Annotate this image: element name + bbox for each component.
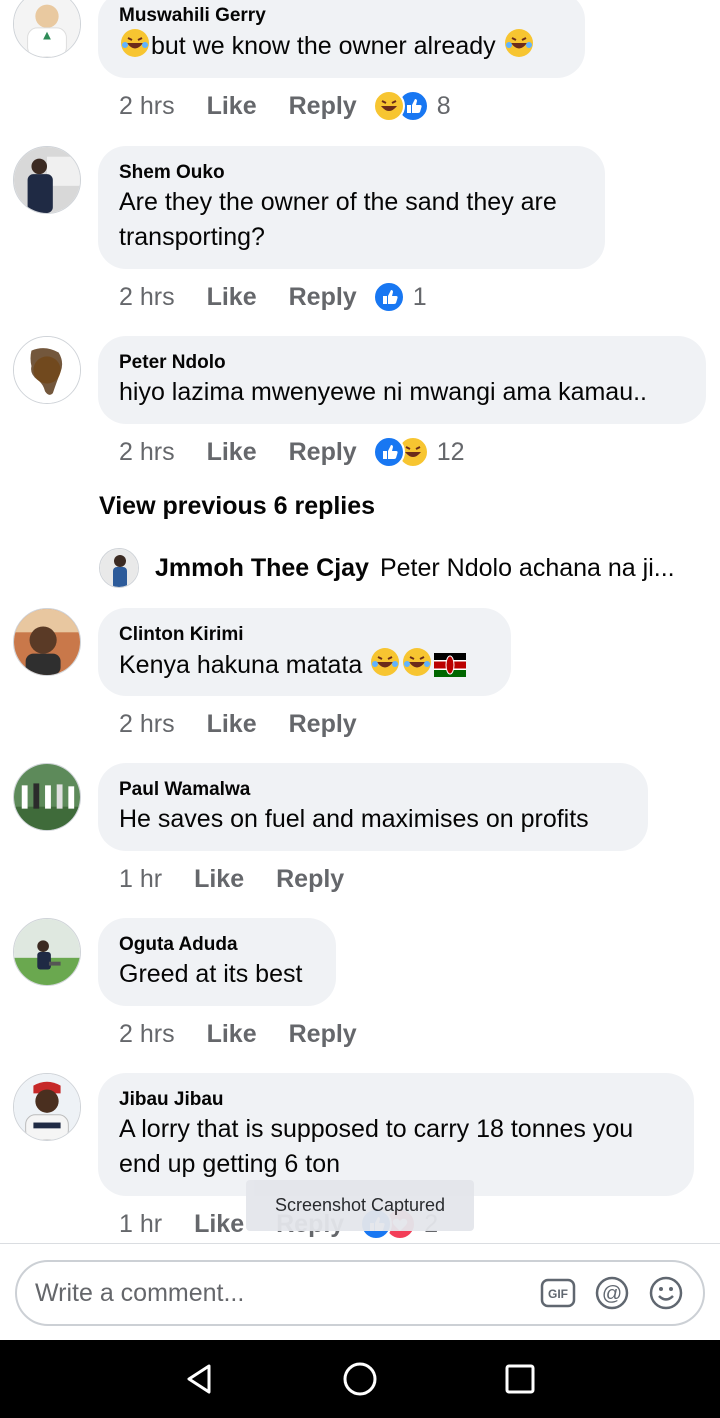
emoji-icon[interactable] [647, 1274, 685, 1312]
comment-bubble[interactable]: Oguta Aduda Greed at its best [98, 918, 336, 1006]
comment-bubble[interactable]: Muswahili Gerry but we know the owner al… [98, 0, 585, 78]
gif-icon[interactable]: GIF [539, 1274, 577, 1312]
comment-bubble[interactable]: Paul Wamalwa He saves on fuel and maximi… [98, 763, 648, 851]
laughing-emoji-icon [504, 28, 534, 68]
reply-button[interactable]: Reply [289, 1020, 357, 1049]
comment-bubble[interactable]: Clinton Kirimi Kenya hakuna matata [98, 608, 511, 696]
reply-button[interactable]: Reply [276, 865, 344, 894]
timestamp[interactable]: 1 hr [119, 1210, 162, 1239]
avatar [99, 548, 139, 588]
laughing-emoji-icon [402, 647, 432, 687]
avatar[interactable] [13, 918, 81, 986]
reactions[interactable]: 1 [372, 281, 427, 313]
avatar[interactable] [13, 608, 81, 676]
comment-text: but we know the owner already [119, 28, 564, 68]
avatar[interactable] [13, 1073, 81, 1141]
like-button[interactable]: Like [194, 1210, 244, 1239]
svg-text:GIF: GIF [548, 1287, 568, 1301]
timestamp[interactable]: 2 hrs [119, 710, 175, 739]
timestamp[interactable]: 2 hrs [119, 92, 175, 121]
comment-author[interactable]: Muswahili Gerry [119, 5, 564, 27]
comment-bubble[interactable]: Jibau Jibau A lorry that is supposed to … [98, 1073, 694, 1196]
avatar[interactable] [13, 0, 81, 58]
like-button[interactable]: Like [207, 92, 257, 121]
screenshot-toast: Screenshot Captured [246, 1180, 474, 1231]
reply-button[interactable]: Reply [289, 92, 357, 121]
android-nav-bar [0, 1340, 720, 1418]
comment-text: Kenya hakuna matata [119, 647, 490, 687]
like-button[interactable]: Like [207, 1020, 257, 1049]
comment-text-content: Kenya hakuna matata [119, 651, 363, 679]
avatar[interactable] [13, 146, 81, 214]
timestamp[interactable]: 2 hrs [119, 283, 175, 312]
reaction-count: 12 [436, 437, 465, 466]
comment-actions: 2 hrs Like Reply 12 [119, 434, 465, 470]
comment-text-content: but we know the owner already [151, 32, 496, 60]
comment-text: hiyo lazima mwenyewe ni mwangi ama kamau… [119, 378, 647, 406]
reaction-count: 8 [436, 91, 451, 120]
mention-icon[interactable]: @ [593, 1274, 631, 1312]
comment-bubble[interactable]: Shem Ouko Are they the owner of the sand… [98, 146, 605, 269]
comment-actions: 1 hr Like Reply [119, 861, 360, 897]
back-icon[interactable] [170, 1349, 230, 1409]
comment-text: Are they the owner of the sand they are … [119, 185, 584, 255]
comment-author[interactable]: Oguta Aduda [119, 934, 315, 956]
haha-reaction-icon [372, 90, 405, 122]
comment-text-line: A lorry that is supposed to carry 18 ton… [119, 1115, 634, 1143]
comment-text-line: end up getting 6 ton [119, 1150, 341, 1178]
comment-text: A lorry that is supposed to carry 18 ton… [119, 1112, 673, 1182]
reactions[interactable]: 8 [372, 90, 451, 122]
view-previous-replies-link[interactable]: View previous 6 replies [99, 492, 375, 521]
comment-text: He saves on fuel and maximises on profit… [119, 805, 589, 833]
timestamp[interactable]: 1 hr [119, 865, 162, 894]
like-reaction-icon [372, 436, 405, 468]
comment-text-line: transporting? [119, 223, 265, 251]
reply-button[interactable]: Reply [289, 283, 357, 312]
svg-text:@: @ [602, 1283, 622, 1305]
like-reaction-icon [372, 281, 405, 313]
comment-text: Greed at its best [119, 960, 303, 988]
laughing-emoji-icon [370, 647, 400, 687]
comment-actions: 2 hrs Like Reply [119, 1016, 373, 1052]
reply-snippet: Peter Ndolo achana na ji... [379, 553, 675, 582]
comment-bubble[interactable]: Peter Ndolo hiyo lazima mwenyewe ni mwan… [98, 336, 706, 424]
reactions[interactable]: 12 [372, 436, 465, 468]
comment-author[interactable]: Shem Ouko [119, 162, 584, 184]
kenya-flag-icon [434, 652, 467, 687]
comment-text-line: Are they the owner of the sand they are [119, 188, 557, 216]
reply-button[interactable]: Reply [289, 710, 357, 739]
avatar[interactable] [13, 763, 81, 831]
comment-author[interactable]: Clinton Kirimi [119, 624, 490, 646]
reaction-count: 1 [412, 282, 427, 311]
comment-author[interactable]: Jibau Jibau [119, 1089, 673, 1111]
comment-actions: 2 hrs Like Reply 1 [119, 279, 427, 315]
avatar[interactable] [13, 336, 81, 404]
timestamp[interactable]: 2 hrs [119, 1020, 175, 1049]
timestamp[interactable]: 2 hrs [119, 438, 175, 467]
comment-author[interactable]: Paul Wamalwa [119, 779, 627, 801]
comment-actions: 2 hrs Like Reply [119, 706, 373, 742]
like-button[interactable]: Like [194, 865, 244, 894]
comment-feed[interactable]: Muswahili Gerry but we know the owner al… [0, 0, 720, 1243]
laughing-emoji-icon [120, 28, 150, 68]
reply-preview[interactable]: Jmmoh Thee Cjay Peter Ndolo achana na ji… [99, 548, 709, 588]
recents-icon[interactable] [490, 1349, 550, 1409]
comment-actions: 2 hrs Like Reply 8 [119, 88, 451, 124]
reply-button[interactable]: Reply [289, 438, 357, 467]
comment-input[interactable] [35, 1278, 523, 1308]
reply-author[interactable]: Jmmoh Thee Cjay [155, 554, 369, 583]
comment-author[interactable]: Peter Ndolo [119, 352, 685, 374]
like-button[interactable]: Like [207, 710, 257, 739]
comment-composer[interactable]: GIF @ [15, 1260, 705, 1326]
like-button[interactable]: Like [207, 283, 257, 312]
comment-composer-bar: GIF @ [0, 1243, 720, 1340]
home-icon[interactable] [330, 1349, 390, 1409]
like-button[interactable]: Like [207, 438, 257, 467]
